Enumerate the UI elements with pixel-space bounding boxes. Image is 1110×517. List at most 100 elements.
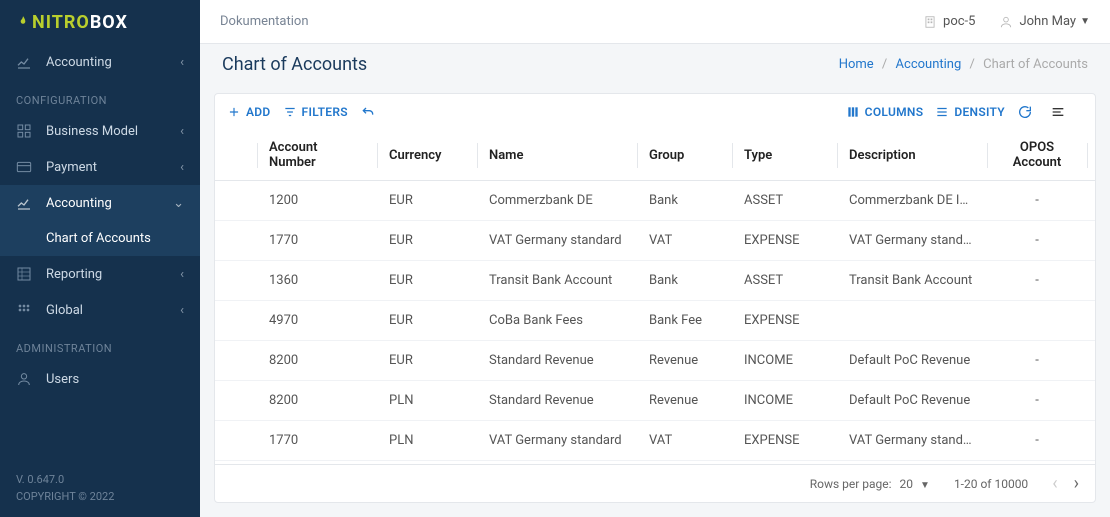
menu-icon (1050, 104, 1066, 120)
logo-flame-icon (16, 15, 30, 29)
cell-name: Standard Revenue (477, 341, 637, 381)
table-row[interactable]: 1360EURTransit Bank AccountBankASSETTran… (215, 261, 1095, 301)
logo[interactable]: NITROBOX (0, 0, 200, 44)
cell-type: EXPENSE (732, 421, 837, 461)
cell-group: Bank (637, 181, 732, 221)
user-menu[interactable]: John May ▼ (999, 14, 1090, 29)
breadcrumb-accounting[interactable]: Accounting (896, 57, 962, 72)
user-name: John May (1019, 14, 1076, 29)
caret-down-icon: ▼ (920, 480, 930, 491)
columns-button[interactable]: COLUMNS (846, 105, 924, 119)
cell-group: Bank (637, 261, 732, 301)
page-range: 1-20 of 10000 (954, 477, 1028, 491)
sidebar-group-configuration: CONFIGURATION (0, 80, 200, 113)
cell-group: Revenue (637, 341, 732, 381)
col-name[interactable]: Name (477, 130, 637, 181)
table-toolbar: ADD FILTERS COLUMNS DENSITY (215, 94, 1095, 130)
cell-currency: PLN (377, 421, 477, 461)
table-row[interactable]: 8200PLNStandard RevenueRevenueINCOMEDefa… (215, 381, 1095, 421)
user-icon (999, 15, 1013, 29)
table-row[interactable]: 1770EURVAT Germany standardVATEXPENSEVAT… (215, 221, 1095, 261)
documentation-link[interactable]: Dokumentation (220, 14, 309, 29)
sidebar-item-label: Business Model (46, 124, 138, 139)
cell-opos: - (987, 381, 1087, 421)
cell-account-number: 1770 (257, 221, 377, 261)
sidebar-footer: V. 0.647.0 COPYRIGHT © 2022 (0, 463, 200, 517)
apps-icon (16, 302, 34, 318)
col-group[interactable]: Group (637, 130, 732, 181)
density-button[interactable]: DENSITY (935, 105, 1005, 119)
cell-type: INCOME (732, 341, 837, 381)
cell-opos: - (987, 181, 1087, 221)
add-button[interactable]: ADD (227, 105, 271, 119)
chevron-left-icon: ‹ (180, 124, 184, 139)
refresh-button[interactable] (1017, 104, 1038, 120)
sidebar-item-label: Users (46, 372, 79, 387)
breadcrumb: Home / Accounting / Chart of Accounts (839, 57, 1088, 72)
sidebar-item-accounting-top[interactable]: Accounting ‹ (0, 44, 200, 80)
chart-line-icon (16, 195, 34, 211)
cell-description: Default PoC Revenue (837, 381, 987, 421)
table-row[interactable]: 1200EURCommerzbank DEBankASSETCommerzban… (215, 181, 1095, 221)
caret-down-icon: ▼ (1080, 16, 1090, 27)
sidebar-item-payment[interactable]: Payment ‹ (0, 149, 200, 185)
more-button[interactable] (1050, 104, 1071, 120)
col-description[interactable]: Description (837, 130, 987, 181)
logo-text-2: BOX (90, 12, 128, 33)
sidebar-item-business-model[interactable]: Business Model ‹ (0, 113, 200, 149)
table-row[interactable]: 8200EURStandard RevenueRevenueINCOMEDefa… (215, 341, 1095, 381)
cell-name: VAT Germany standard (477, 221, 637, 261)
col-type[interactable]: Type (732, 130, 837, 181)
breadcrumb-home[interactable]: Home (839, 57, 874, 72)
col-account-number[interactable]: Account Number (257, 130, 377, 181)
table-row[interactable]: 4970EURCoBa Bank FeesBank FeeEXPENSE (215, 301, 1095, 341)
chevron-left-icon: ‹ (180, 55, 184, 70)
cell-currency: EUR (377, 301, 477, 341)
tenant-selector[interactable]: poc-5 (923, 14, 975, 29)
cell-account-number: 1770 (257, 421, 377, 461)
cell-description: Transit Bank Account (837, 261, 987, 301)
chevron-down-icon: ⌄ (173, 196, 184, 211)
cell-name: Transit Bank Account (477, 261, 637, 301)
sidebar-item-global[interactable]: Global ‹ (0, 292, 200, 328)
sidebar-item-label: Reporting (46, 267, 102, 282)
chevron-left-icon: ‹ (180, 267, 184, 282)
cell-account-number: 8200 (257, 381, 377, 421)
sidebar-item-accounting[interactable]: Accounting ⌄ (0, 185, 200, 221)
version-text: V. 0.647.0 (16, 473, 184, 486)
plus-icon (227, 105, 241, 119)
density-icon (935, 105, 949, 119)
cell-account-number: 1360 (257, 261, 377, 301)
col-opos[interactable]: OPOS Account (987, 130, 1087, 181)
sidebar-item-label: Global (46, 303, 83, 318)
cell-currency: EUR (377, 181, 477, 221)
chevron-left-icon: ‹ (180, 160, 184, 175)
rows-per-page-select[interactable]: 20 ▼ (900, 477, 930, 491)
sidebar-item-reporting[interactable]: Reporting ‹ (0, 256, 200, 292)
cell-description (837, 301, 987, 341)
sidebar-item-label: Accounting (46, 196, 112, 211)
page-title: Chart of Accounts (222, 54, 367, 75)
sidebar-item-chart-of-accounts[interactable]: Chart of Accounts (0, 221, 200, 256)
building-icon (923, 15, 937, 29)
cell-currency: EUR (377, 261, 477, 301)
cell-type: EXPENSE (732, 301, 837, 341)
undo-button[interactable] (360, 104, 381, 120)
filters-button[interactable]: FILTERS (283, 105, 348, 119)
cell-group: VAT (637, 221, 732, 261)
table-header-row: Account Number Currency Name Group Type … (215, 130, 1095, 181)
table-row[interactable]: 1770PLNVAT Germany standardVATEXPENSEVAT… (215, 421, 1095, 461)
cell-opos: - (987, 341, 1087, 381)
cell-name: Standard Revenue (477, 381, 637, 421)
tenant-name: poc-5 (943, 14, 975, 29)
sidebar-item-users[interactable]: Users (0, 361, 200, 397)
cell-description: VAT Germany standard (837, 421, 987, 461)
cell-account-number: 8200 (257, 341, 377, 381)
prev-page-button[interactable]: ‹ (1052, 473, 1057, 494)
grid-icon (16, 123, 34, 139)
cell-description: Default PoC Revenue (837, 341, 987, 381)
accounts-table: Account Number Currency Name Group Type … (215, 130, 1095, 461)
col-currency[interactable]: Currency (377, 130, 477, 181)
sidebar-item-label: Payment (46, 160, 97, 175)
next-page-button[interactable]: › (1074, 473, 1079, 494)
